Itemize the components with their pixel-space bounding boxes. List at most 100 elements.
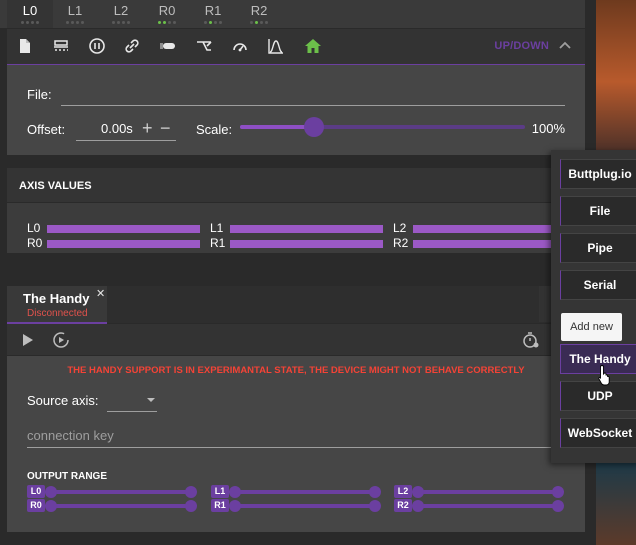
range-axis-label: L1 <box>211 485 229 498</box>
close-icon[interactable]: ✕ <box>96 287 105 300</box>
tab-label: R2 <box>250 3 268 18</box>
axis-value-bar <box>413 225 566 233</box>
tab-label: L1 <box>67 3 83 18</box>
output-range-l1: L1 <box>211 485 386 499</box>
range-slider[interactable] <box>45 500 197 512</box>
range-max-handle[interactable] <box>369 486 381 498</box>
tab-l2[interactable]: L2 <box>98 0 144 28</box>
range-min-handle[interactable] <box>45 486 57 498</box>
speedometer-icon[interactable] <box>231 37 249 55</box>
file-label: File: <box>27 87 52 102</box>
activity-dots <box>190 21 236 25</box>
axis-values-header[interactable]: AXIS VALUES <box>7 168 585 202</box>
activity-dot <box>158 21 161 24</box>
axis-value-bar <box>47 240 200 248</box>
activity-dot <box>31 21 34 24</box>
offset-field[interactable]: 0.00s + − <box>76 118 176 141</box>
activity-dot <box>163 21 166 24</box>
tab-label: L0 <box>22 3 38 18</box>
range-min-handle[interactable] <box>45 500 57 512</box>
activity-dot <box>260 21 263 24</box>
scan-icon[interactable] <box>52 37 70 55</box>
chevron-up-icon[interactable] <box>558 38 572 52</box>
home-icon[interactable] <box>304 37 322 55</box>
pill-icon[interactable] <box>159 37 177 55</box>
range-max-handle[interactable] <box>185 500 197 512</box>
hand-cursor-icon <box>598 364 612 386</box>
tab-l1[interactable]: L1 <box>52 0 98 28</box>
tab-the-handy[interactable]: The Handy Disconnected ✕ <box>7 286 107 324</box>
fork-icon[interactable] <box>195 37 213 55</box>
scale-slider-thumb[interactable] <box>304 117 325 137</box>
play-icon[interactable] <box>19 331 37 349</box>
range-slider[interactable] <box>229 500 381 512</box>
range-min-handle[interactable] <box>412 486 424 498</box>
range-max-handle[interactable] <box>552 486 564 498</box>
range-max-handle[interactable] <box>185 486 197 498</box>
range-slider[interactable] <box>412 486 564 498</box>
file-icon[interactable] <box>16 37 34 55</box>
scale-label: Scale: <box>196 122 233 137</box>
axis-value-bar <box>230 225 383 233</box>
range-min-handle[interactable] <box>412 500 424 512</box>
output-range-l0: L0 <box>27 485 202 499</box>
tab-r2[interactable]: R2 <box>236 0 282 28</box>
axis-value-label: R1 <box>210 236 226 250</box>
range-slider[interactable] <box>412 500 564 512</box>
timer-play-icon[interactable] <box>52 331 70 349</box>
axis-value-label: L2 <box>393 221 407 235</box>
range-min-handle[interactable] <box>229 486 241 498</box>
axis-values-panel: L0 L1 L2 R0 R1 R2 <box>7 203 585 253</box>
activity-dot <box>255 21 258 24</box>
offset-value[interactable]: 0.00s <box>101 121 133 136</box>
activity-dot <box>81 21 84 24</box>
axis-value-label: L0 <box>27 221 41 235</box>
link-icon[interactable] <box>123 37 141 55</box>
activity-dot <box>26 21 29 24</box>
activity-dot <box>36 21 39 24</box>
plus-icon[interactable]: + <box>142 119 153 137</box>
offset-label: Offset: <box>27 122 66 137</box>
tab-label: R1 <box>204 3 222 18</box>
scale-slider-fill <box>240 125 315 129</box>
tab-r0[interactable]: R0 <box>144 0 190 28</box>
range-max-handle[interactable] <box>369 500 381 512</box>
activity-dot <box>265 21 268 24</box>
tab-label: R0 <box>158 3 176 18</box>
source-axis-select[interactable] <box>107 387 157 412</box>
activity-dots <box>236 21 282 25</box>
range-max-handle[interactable] <box>552 500 564 512</box>
file-input[interactable] <box>61 105 565 106</box>
chart-icon[interactable] <box>267 37 285 55</box>
menu-item-websocket[interactable]: WebSocket <box>560 418 636 448</box>
activity-dot <box>21 21 24 24</box>
range-slider[interactable] <box>45 486 197 498</box>
menu-item-file[interactable]: File <box>560 196 636 226</box>
menu-item-pipe[interactable]: Pipe <box>560 233 636 263</box>
range-axis-label: R0 <box>27 499 45 512</box>
scale-slider[interactable] <box>240 117 525 137</box>
output-range-r2: R2 <box>394 499 569 513</box>
range-axis-label: L0 <box>27 485 45 498</box>
activity-dot <box>173 21 176 24</box>
connection-key-input[interactable]: connection key <box>27 425 565 448</box>
menu-item-buttplug-io[interactable]: Buttplug.io <box>560 159 636 189</box>
activity-dot <box>66 21 69 24</box>
range-slider[interactable] <box>229 486 381 498</box>
activity-dot <box>250 21 253 24</box>
range-min-handle[interactable] <box>229 500 241 512</box>
up-down-button[interactable]: UP/DOWN <box>494 40 549 52</box>
axis-value-bar <box>47 225 200 233</box>
stopwatch-settings-icon[interactable] <box>522 331 540 349</box>
media-panel: File: Offset: 0.00s + − Scale: 100% <box>7 65 585 155</box>
tab-r1[interactable]: R1 <box>190 0 236 28</box>
menu-item-serial[interactable]: Serial <box>560 270 636 300</box>
activity-dot <box>117 21 120 24</box>
activity-dots <box>144 21 190 25</box>
pause-circle-icon[interactable] <box>88 37 106 55</box>
script-toolbar: UP/DOWN <box>7 29 585 65</box>
tab-label: L2 <box>113 3 129 18</box>
minus-icon[interactable]: − <box>160 119 171 137</box>
tab-l0[interactable]: L0 <box>7 0 53 28</box>
source-axis-label: Source axis: <box>27 393 99 408</box>
